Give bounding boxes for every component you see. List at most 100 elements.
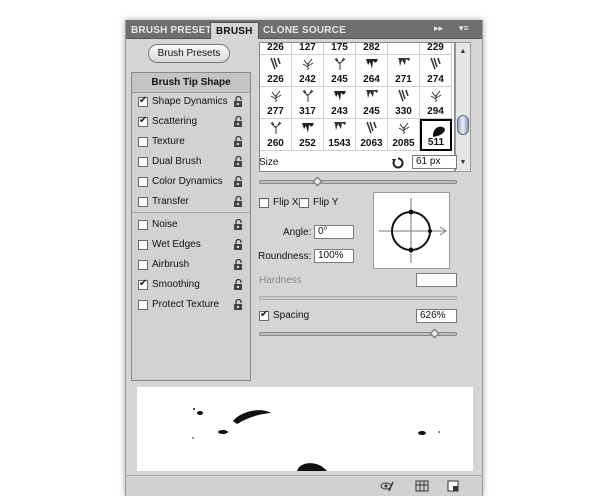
lock-icon[interactable] xyxy=(233,218,244,230)
noise-checkbox[interactable] xyxy=(138,220,148,230)
brush-size-label: 271 xyxy=(395,74,412,85)
brush-tip-cell[interactable]: 242 xyxy=(292,55,324,87)
new-brush-icon[interactable] xyxy=(446,479,460,493)
flip-x-checkbox[interactable] xyxy=(259,198,269,208)
brush-tip-cell[interactable]: 229 xyxy=(420,43,452,55)
angle-field[interactable]: 0° xyxy=(314,225,354,239)
wet-edges-checkbox[interactable] xyxy=(138,240,148,250)
brush-tip-thumbnail xyxy=(270,57,281,70)
size-slider-knob[interactable] xyxy=(312,176,323,187)
option-texture[interactable]: Texture xyxy=(132,133,250,151)
roundness-field[interactable]: 100% xyxy=(314,249,354,263)
collapse-icon[interactable]: ▸▸ xyxy=(434,23,443,34)
tab-brush[interactable]: BRUSH xyxy=(210,22,259,39)
brush-tip-thumbnail xyxy=(334,57,346,70)
brush-tip-cell[interactable]: 277 xyxy=(260,87,292,119)
brush-tip-thumbnail xyxy=(334,91,346,101)
option-shape-dynamics[interactable]: Shape Dynamics xyxy=(132,93,250,111)
brush-tip-cell[interactable]: 252 xyxy=(292,119,324,151)
lock-icon[interactable] xyxy=(233,135,244,147)
brush-size-label: 282 xyxy=(363,42,380,53)
smoothing-checkbox[interactable] xyxy=(138,278,148,290)
option-smoothing[interactable]: Smoothing xyxy=(132,276,250,294)
option-dual-brush[interactable]: Dual Brush xyxy=(132,153,250,171)
grid-scrollbar[interactable]: ▲ ▼ xyxy=(455,42,471,172)
tab-bar: BRUSH PRESETS BRUSH CLONE SOURCE ▸▸ ▾≡ xyxy=(126,20,482,39)
scroll-thumb[interactable] xyxy=(457,115,469,135)
option-scattering[interactable]: Scattering xyxy=(132,113,250,131)
option-transfer[interactable]: Transfer xyxy=(132,193,250,211)
brush-size-label: 226 xyxy=(267,74,284,85)
brush-tip-cell[interactable]: 175 xyxy=(324,43,356,55)
brush-tip-cell[interactable]: 294 xyxy=(420,87,452,119)
reset-size-icon[interactable] xyxy=(392,157,404,169)
brush-tip-cell[interactable]: 511 xyxy=(420,119,452,151)
spacing-slider-knob[interactable] xyxy=(429,328,440,339)
tab-brush-presets[interactable]: BRUSH PRESETS xyxy=(126,22,224,39)
brush-tip-cell[interactable]: 282 xyxy=(356,42,388,55)
option-protect-texture[interactable]: Protect Texture xyxy=(132,296,250,314)
brush-tip-cell[interactable]: 226 xyxy=(260,43,292,55)
brush-tip-cell[interactable]: 274 xyxy=(420,55,452,87)
lock-icon[interactable] xyxy=(233,258,244,270)
option-noise[interactable]: Noise xyxy=(132,216,250,234)
scroll-down-icon[interactable]: ▼ xyxy=(456,156,470,169)
option-wet-edges[interactable]: Wet Edges xyxy=(132,236,250,254)
lock-icon[interactable] xyxy=(233,238,244,250)
brush-tip-cell[interactable]: 271 xyxy=(388,55,420,87)
size-field[interactable]: 61 px xyxy=(412,155,457,169)
scroll-up-icon[interactable]: ▲ xyxy=(456,45,470,58)
brush-tip-thumbnail xyxy=(430,90,442,102)
lock-icon[interactable] xyxy=(233,175,244,187)
option-airbrush[interactable]: Airbrush xyxy=(132,256,250,274)
brush-tip-cell[interactable]: 2085 xyxy=(388,119,420,151)
hardness-field[interactable] xyxy=(416,273,457,287)
brush-tip-cell[interactable]: 245 xyxy=(356,87,388,119)
brush-tip-cell[interactable]: 127 xyxy=(292,43,324,55)
brush-tip-cell[interactable]: 317 xyxy=(292,87,324,119)
tab-clone-source[interactable]: CLONE SOURCE xyxy=(258,22,351,39)
brush-tip-cell[interactable]: 245 xyxy=(324,55,356,87)
brush-tip-cell[interactable]: 226 xyxy=(260,55,292,87)
lock-icon[interactable] xyxy=(233,278,244,290)
lock-icon[interactable] xyxy=(233,95,244,107)
dual-brush-label: Dual Brush xyxy=(152,156,202,167)
brush-size-label: 245 xyxy=(331,74,348,85)
spacing-field[interactable]: 626% xyxy=(416,309,457,323)
lock-icon[interactable] xyxy=(233,115,244,127)
brush-tip-cell[interactable]: 264 xyxy=(356,55,388,87)
flip-y-checkbox[interactable] xyxy=(299,198,309,208)
brush-tip-cell[interactable]: 330 xyxy=(388,87,420,119)
brush-tip-cell[interactable]: 2063 xyxy=(356,119,388,151)
scattering-checkbox[interactable] xyxy=(138,115,148,127)
size-label: Size xyxy=(259,157,279,168)
lock-icon[interactable] xyxy=(233,155,244,167)
brush-tip-thumbnail xyxy=(366,90,378,98)
dual-brush-checkbox[interactable] xyxy=(138,157,148,167)
toggle-live-tip-preview-icon[interactable] xyxy=(380,479,394,493)
lock-icon[interactable] xyxy=(233,298,244,310)
brush-presets-button[interactable]: Brush Presets xyxy=(148,44,230,63)
brush-tip-cell[interactable]: 243 xyxy=(324,87,356,119)
brush-tip-shape-item[interactable]: Brush Tip Shape xyxy=(132,73,250,93)
options-divider xyxy=(132,212,250,213)
airbrush-checkbox[interactable] xyxy=(138,260,148,270)
brush-tip-cell[interactable]: 1543 xyxy=(324,119,356,151)
shape-dynamics-checkbox[interactable] xyxy=(138,95,148,107)
brush-tip-thumbnail xyxy=(366,121,377,134)
color-dynamics-checkbox[interactable] xyxy=(138,177,148,187)
brush-grid-icon[interactable] xyxy=(415,479,429,493)
brush-tip-cell[interactable] xyxy=(388,43,420,55)
brush-angle-preview[interactable] xyxy=(373,192,450,269)
spacing-slider[interactable] xyxy=(259,332,457,336)
panel-menu-icon[interactable]: ▾≡ xyxy=(459,23,469,34)
spacing-checkbox[interactable] xyxy=(259,309,269,321)
option-color-dynamics[interactable]: Color Dynamics xyxy=(132,173,250,191)
brush-tip-cell[interactable]: 260 xyxy=(260,119,292,151)
transfer-checkbox[interactable] xyxy=(138,197,148,207)
size-slider[interactable] xyxy=(259,180,457,184)
lock-icon[interactable] xyxy=(233,195,244,207)
texture-checkbox[interactable] xyxy=(138,137,148,147)
protect-texture-checkbox[interactable] xyxy=(138,300,148,310)
stroke-preview-image xyxy=(192,408,440,471)
